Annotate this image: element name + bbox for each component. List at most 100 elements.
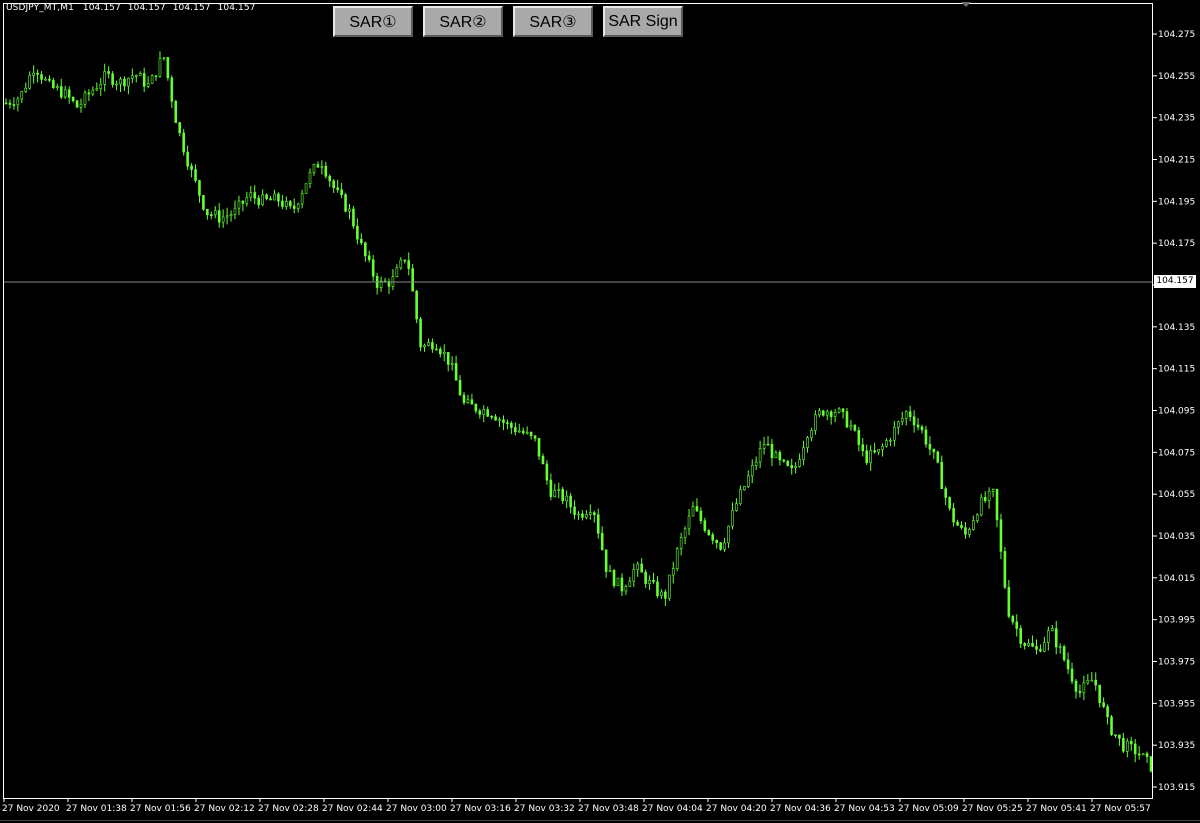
candle-body xyxy=(715,539,718,543)
candle-body xyxy=(668,574,671,599)
candle-body xyxy=(1106,706,1109,718)
candle-body xyxy=(446,352,450,365)
chart-shift-marker-icon[interactable] xyxy=(961,2,971,7)
candle-body xyxy=(837,408,841,413)
candle-body xyxy=(470,399,474,405)
candle-body xyxy=(1110,716,1113,735)
candle-body xyxy=(257,197,260,206)
candle-body xyxy=(833,412,837,418)
price-tick-label: 103.975 xyxy=(1158,658,1195,668)
candle-body xyxy=(889,439,892,442)
candle-body xyxy=(150,75,154,84)
candle-body xyxy=(285,201,288,207)
candle-body xyxy=(482,409,486,415)
sar3-button[interactable]: SAR③ xyxy=(513,6,593,37)
price-tick-label: 104.195 xyxy=(1158,197,1195,207)
candle-body xyxy=(561,489,565,502)
candle-body xyxy=(419,318,422,348)
candle-body xyxy=(865,450,869,464)
sar1-button[interactable]: SAR① xyxy=(333,6,413,37)
time-tick-label: 27 Nov 04:36 xyxy=(770,804,831,814)
candle-body xyxy=(498,419,501,422)
candle-body xyxy=(1133,743,1137,755)
chart-window[interactable]: 104.275 104.255 104.235 104.215 104.195 104.1… xyxy=(0,0,1200,823)
candle-body xyxy=(127,77,130,87)
candle-body xyxy=(411,268,414,292)
candle-body xyxy=(707,530,711,535)
candle-body xyxy=(450,363,454,365)
candle-body xyxy=(237,200,241,209)
candle-body xyxy=(664,591,667,599)
candle-body xyxy=(648,579,651,584)
candle-body xyxy=(107,71,110,75)
candle-body xyxy=(758,448,762,463)
candle-body xyxy=(1058,646,1062,648)
candle-body xyxy=(312,164,316,173)
candle-body xyxy=(36,72,39,75)
candle-body xyxy=(439,348,442,355)
candle-body xyxy=(245,196,249,204)
candle-body xyxy=(510,422,513,428)
candle-body xyxy=(920,426,924,431)
sar-sign-button[interactable]: SAR Sign xyxy=(603,6,683,37)
candle-body xyxy=(695,506,699,512)
candle-body xyxy=(28,75,31,89)
candle-body xyxy=(261,194,264,206)
candle-body xyxy=(273,193,276,201)
candle-body xyxy=(857,429,861,445)
candle-body xyxy=(825,411,829,416)
price-chart[interactable]: 104.275 104.255 104.235 104.215 104.195 104.1… xyxy=(0,0,1200,823)
candle-body xyxy=(356,225,359,240)
candle-body xyxy=(442,352,446,355)
candle-body xyxy=(960,525,963,528)
candle-body xyxy=(636,563,640,570)
candle-body xyxy=(1023,643,1026,646)
candle-body xyxy=(4,102,8,105)
candle-body xyxy=(458,379,462,396)
candle-body xyxy=(553,490,557,497)
candle-body xyxy=(348,208,351,212)
candle-body xyxy=(44,78,47,81)
candle-body xyxy=(979,497,983,516)
candle-body xyxy=(1137,753,1141,756)
candle-body xyxy=(300,192,304,205)
candle-body xyxy=(217,210,221,223)
candle-body xyxy=(20,91,24,100)
candle-body xyxy=(995,489,999,521)
candle-body xyxy=(213,210,217,216)
candle-body xyxy=(573,506,576,515)
candle-body xyxy=(363,242,367,257)
candle-body xyxy=(186,151,189,167)
candle-body xyxy=(142,73,146,87)
candle-body xyxy=(1141,753,1145,756)
candle-body xyxy=(502,419,505,423)
candle-body xyxy=(719,542,722,550)
candle-body xyxy=(774,452,778,459)
candle-body xyxy=(727,525,730,544)
candle-body xyxy=(541,455,545,465)
candle-body xyxy=(431,342,434,350)
candle-body xyxy=(952,507,955,523)
candle-body xyxy=(1094,679,1098,686)
candle-body xyxy=(87,92,91,95)
time-tick-label: 27 Nov 02:44 xyxy=(322,804,383,814)
candle-body xyxy=(766,443,770,446)
candle-body xyxy=(936,451,940,463)
candle-body xyxy=(818,410,821,416)
time-tick-label: 27 Nov 04:53 xyxy=(834,804,895,814)
time-tick-label: 27 Nov 04:20 xyxy=(706,804,767,814)
sar2-button[interactable]: SAR② xyxy=(423,6,503,37)
candle-body xyxy=(912,416,916,426)
time-tick-label: 27 Nov 01:38 xyxy=(66,804,127,814)
candle-body xyxy=(324,166,328,177)
candle-body xyxy=(1050,628,1054,632)
candle-body xyxy=(206,208,209,215)
candle-body xyxy=(1031,643,1034,647)
candle-body xyxy=(679,537,683,549)
symbol-info: USDJPY_MT,M1 104.157 104.157 104.157 104… xyxy=(6,3,260,13)
candle-body xyxy=(581,513,584,518)
candle-body xyxy=(691,506,695,517)
candle-body xyxy=(585,514,588,518)
candle-body xyxy=(987,490,991,501)
candle-body xyxy=(624,586,628,592)
